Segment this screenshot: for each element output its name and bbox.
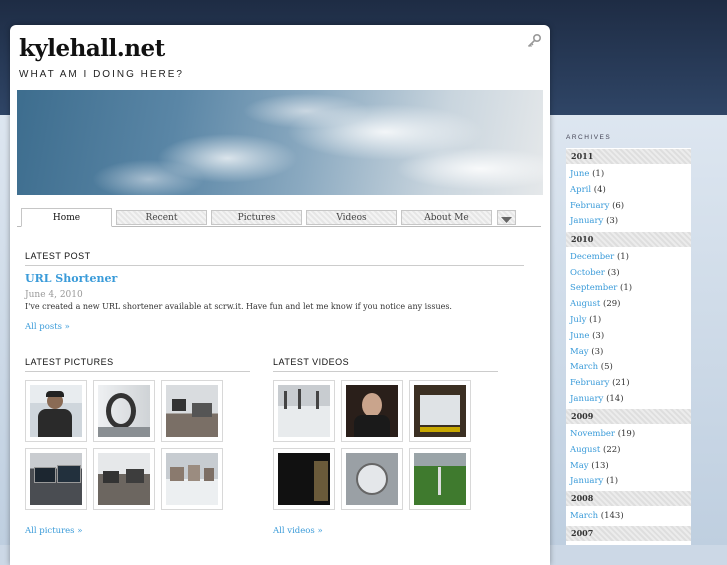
video-thumb[interactable]: [409, 380, 471, 442]
video-dark-screen: [278, 453, 330, 505]
key-icon[interactable]: [526, 33, 542, 49]
tab-recent[interactable]: Recent: [116, 210, 207, 225]
tab-about-me[interactable]: About Me: [401, 210, 492, 225]
photo-man-portrait: [30, 385, 82, 437]
archive-year: 2007: [566, 526, 691, 541]
archive-month[interactable]: August (29): [570, 299, 620, 309]
picture-thumb[interactable]: [93, 380, 155, 442]
video-thumb[interactable]: [341, 380, 403, 442]
picture-thumb[interactable]: [161, 380, 223, 442]
archive-year: 2009: [566, 409, 691, 424]
all-posts-link[interactable]: All posts »: [25, 322, 70, 332]
latest-videos-rule: [273, 371, 498, 372]
post-excerpt: I've created a new URL shortener availab…: [25, 302, 452, 311]
photo-headphones: [98, 385, 150, 437]
video-thumb[interactable]: [341, 448, 403, 510]
site-tagline: WHAT AM I DOING HERE?: [19, 69, 184, 80]
chevron-down-icon: [501, 217, 512, 223]
latest-pictures-rule: [25, 371, 250, 372]
video-tv-screen: [414, 385, 466, 437]
tab-more-button[interactable]: [497, 210, 516, 225]
video-round-object: [346, 453, 398, 505]
archive-month[interactable]: May (13): [570, 461, 609, 471]
archive-month[interactable]: December (1): [570, 252, 629, 262]
archive-month[interactable]: June (3): [570, 331, 604, 341]
archive-month[interactable]: October (3): [570, 268, 620, 278]
archive-year: 2008: [566, 491, 691, 506]
video-man-speaking: [346, 385, 398, 437]
archive-month[interactable]: April (4): [570, 185, 606, 195]
archive-month[interactable]: June (1): [570, 169, 604, 179]
tab-videos[interactable]: Videos: [306, 210, 397, 225]
video-snowy-yard: [278, 385, 330, 437]
site-title[interactable]: kylehall.net: [19, 35, 165, 62]
archive-month[interactable]: November (19): [570, 429, 635, 439]
archives-list: 2011 June (1) April (4) February (6) Jan…: [566, 148, 691, 545]
photo-desk-monitors: [30, 453, 82, 505]
archive-month[interactable]: January (1): [570, 476, 618, 486]
archives-heading: ARCHIVES: [566, 134, 612, 141]
archive-month[interactable]: May (3): [570, 347, 603, 357]
photo-office: [98, 453, 150, 505]
post-date: June 4, 2010: [25, 290, 83, 300]
picture-thumb[interactable]: [25, 448, 87, 510]
tab-pictures[interactable]: Pictures: [211, 210, 302, 225]
video-thumb[interactable]: [273, 448, 335, 510]
picture-thumb[interactable]: [161, 448, 223, 510]
photo-room: [166, 385, 218, 437]
archive-month[interactable]: August (22): [570, 445, 620, 455]
latest-post-heading: LATEST POST: [25, 251, 91, 261]
all-videos-link[interactable]: All videos »: [273, 526, 323, 536]
latest-post-rule: [25, 265, 524, 266]
archive-year: 2010: [566, 232, 691, 247]
latest-pictures-heading: LATEST PICTURES: [25, 357, 114, 367]
main-content-panel: kylehall.net WHAT AM I DOING HERE? Home …: [10, 25, 550, 565]
picture-thumb[interactable]: [93, 448, 155, 510]
video-green-field: [414, 453, 466, 505]
archive-month[interactable]: September (1): [570, 283, 632, 293]
tab-home[interactable]: Home: [21, 208, 112, 227]
archive-year: 2011: [566, 149, 691, 164]
archive-month[interactable]: February (21): [570, 378, 630, 388]
archive-month[interactable]: January (14): [570, 394, 624, 404]
archive-month[interactable]: January (3): [570, 216, 618, 226]
header-sky-image: [17, 90, 543, 195]
picture-thumb[interactable]: [25, 380, 87, 442]
all-pictures-link[interactable]: All pictures »: [25, 526, 82, 536]
archive-month[interactable]: March (143): [570, 511, 624, 521]
archive-month[interactable]: July (1): [570, 315, 601, 325]
video-thumb[interactable]: [409, 448, 471, 510]
post-title-link[interactable]: URL Shortener: [25, 272, 117, 285]
video-thumb[interactable]: [273, 380, 335, 442]
archive-month[interactable]: February (6): [570, 201, 624, 211]
archive-month[interactable]: March (5): [570, 362, 613, 372]
photo-snowy-street: [166, 453, 218, 505]
latest-videos-heading: LATEST VIDEOS: [273, 357, 350, 367]
